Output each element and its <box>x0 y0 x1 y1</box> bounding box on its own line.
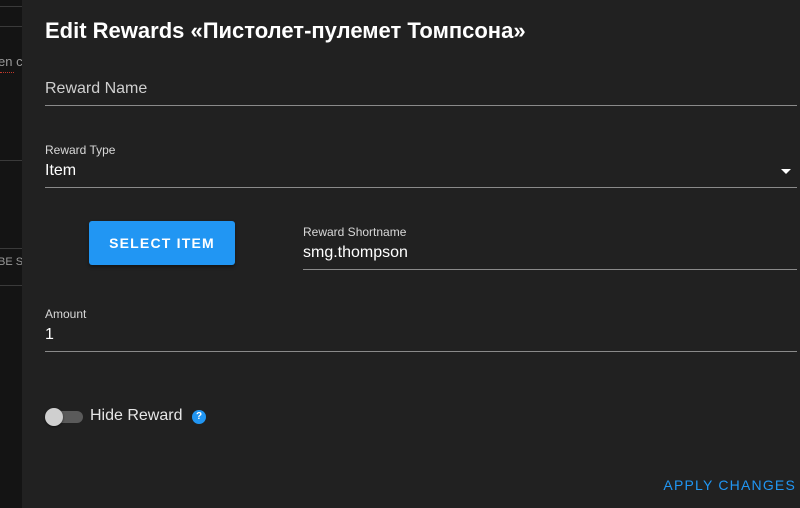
amount-label: Amount <box>45 307 87 321</box>
toggle-thumb[interactable] <box>45 408 63 426</box>
background-button-snippet: BE S <box>0 256 22 268</box>
divider <box>0 248 22 249</box>
divider <box>0 285 22 286</box>
edit-rewards-dialog: Edit Rewards «Пистолет-пулемет Томпсона»… <box>22 0 800 508</box>
background-page: en c BE S <box>0 0 22 508</box>
background-text-snippet: en c <box>0 54 22 69</box>
divider <box>0 26 22 27</box>
question-circle-icon[interactable]: ? <box>192 410 206 424</box>
dropdown-arrow-icon[interactable] <box>781 169 791 174</box>
divider <box>0 160 22 161</box>
dialog-title: Edit Rewards «Пистолет-пулемет Томпсона» <box>45 18 526 43</box>
reward-shortname-field[interactable]: Reward Shortname smg.thompson <box>303 222 797 270</box>
reward-name-placeholder: Reward Name <box>45 80 148 97</box>
reward-type-select[interactable]: Reward Type Item <box>45 140 797 188</box>
amount-field[interactable]: Amount 1 <box>45 304 797 352</box>
reward-type-value: Item <box>45 162 77 179</box>
spellcheck-underline <box>0 72 14 73</box>
hide-reward-toggle[interactable] <box>45 408 85 426</box>
reward-shortname-label: Reward Shortname <box>303 225 407 239</box>
hide-reward-label: Hide Reward <box>90 407 183 424</box>
select-item-button[interactable]: SELECT ITEM <box>89 221 235 265</box>
amount-value: 1 <box>45 326 54 343</box>
divider <box>0 6 22 7</box>
reward-shortname-value: smg.thompson <box>303 244 408 261</box>
reward-name-field[interactable]: Reward Name <box>45 72 797 106</box>
apply-changes-button[interactable]: APPLY CHANGES <box>663 477 796 493</box>
reward-type-label: Reward Type <box>45 143 116 157</box>
